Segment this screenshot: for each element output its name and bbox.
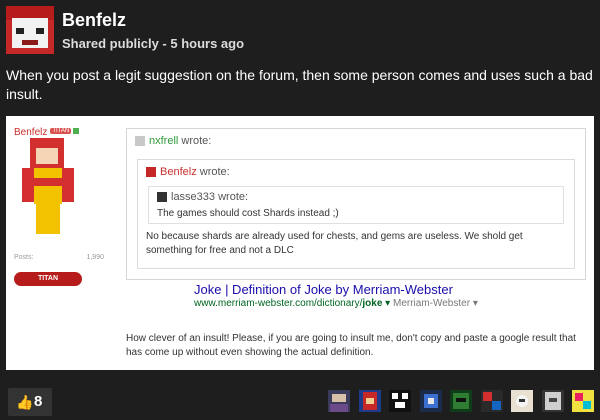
rank-pill: TITAN xyxy=(50,127,72,134)
source-arrow-icon: ▾ xyxy=(472,298,478,309)
forum-username: Benfelz xyxy=(14,127,48,138)
url-arrow-icon: ▾ xyxy=(385,298,391,309)
quote-mid-author: Benfelz xyxy=(160,166,197,178)
quote-outer: nxfrell wrote: Benfelz wrote: lasse333 w… xyxy=(126,128,586,280)
voter-avatar[interactable] xyxy=(572,390,594,412)
voter-avatar[interactable] xyxy=(541,390,564,412)
avatar-eye xyxy=(16,28,24,34)
skin-legs xyxy=(36,204,60,234)
voter-avatar[interactable] xyxy=(389,390,412,412)
quote-outer-author: nxfrell xyxy=(149,135,179,147)
skin-arm xyxy=(62,168,74,202)
posts-count: 1,990 xyxy=(86,254,104,261)
plus-one-button[interactable]: 👍 8 xyxy=(8,388,52,416)
titan-rank-badge: TITAN xyxy=(14,272,82,286)
quote-mid-text: No because shards are already used for c… xyxy=(146,231,523,256)
post-header: Benfelz Shared publicly - 5 hours ago xyxy=(6,6,596,58)
author-name[interactable]: Benfelz xyxy=(62,10,126,31)
post-meta[interactable]: Shared publicly - 5 hours ago xyxy=(62,36,244,51)
quote-inner-author: lasse333 xyxy=(171,191,216,203)
voter-avatar[interactable] xyxy=(450,390,473,412)
quote-inner-header: lasse333 wrote: xyxy=(157,191,248,203)
avatar-eye xyxy=(36,28,44,34)
attached-screenshot[interactable]: Benfelz TITAN Posts: 1,990 TITAN nxfrell … xyxy=(6,116,594,370)
voter-avatar[interactable] xyxy=(419,390,442,412)
player-skin-image xyxy=(22,138,74,238)
skin-stripe xyxy=(34,178,62,186)
voter-avatar[interactable] xyxy=(511,390,534,412)
voter-avatars xyxy=(324,390,594,414)
mini-avatar xyxy=(146,167,156,178)
quote-mid: Benfelz wrote: lasse333 wrote: The games… xyxy=(137,159,575,269)
posts-count-row: Posts: 1,990 xyxy=(14,254,104,261)
voter-avatar[interactable] xyxy=(480,390,503,412)
mini-avatar xyxy=(157,192,167,203)
search-result-title[interactable]: Joke | Definition of Joke by Merriam-Web… xyxy=(194,282,524,297)
skin-arm xyxy=(22,168,34,202)
url-bold: joke xyxy=(362,298,383,309)
voter-avatar[interactable] xyxy=(358,390,381,412)
url-source: Merriam-Webster xyxy=(392,298,471,309)
url-prefix: www.merriam-webster.com/dictionary/ xyxy=(194,298,363,309)
skin-face xyxy=(36,148,58,164)
quote-inner: lasse333 wrote: The games should cost Sh… xyxy=(148,186,564,224)
thumbs-up-icon: 👍 xyxy=(16,394,34,410)
forum-user-panel: Benfelz TITAN Posts: 1,990 TITAN xyxy=(14,122,106,322)
quote-mid-header: Benfelz wrote: xyxy=(146,166,230,178)
plus-count: 8 xyxy=(34,393,43,410)
author-avatar[interactable] xyxy=(6,6,54,54)
reply-text: How clever of an insult! Please, if you … xyxy=(126,333,576,358)
wrote-label: wrote: xyxy=(181,135,212,147)
skin-body xyxy=(34,168,62,204)
wrote-label: wrote: xyxy=(218,191,249,203)
posts-label: Posts: xyxy=(14,254,34,261)
voter-avatar[interactable] xyxy=(328,390,351,412)
post-text: When you post a legit suggestion on the … xyxy=(6,67,593,102)
search-result-url: www.merriam-webster.com/dictionary/joke … xyxy=(194,298,524,309)
wrote-label: wrote: xyxy=(199,166,230,178)
quote-outer-header: nxfrell wrote: xyxy=(135,135,211,147)
post-footer: 👍 8 xyxy=(0,384,600,420)
google-search-result: Joke | Definition of Joke by Merriam-Web… xyxy=(194,282,524,309)
online-indicator xyxy=(73,127,80,134)
mini-avatar xyxy=(135,136,145,147)
quote-inner-text: The games should cost Shards instead ;) xyxy=(157,208,339,219)
avatar-mouth xyxy=(22,40,38,45)
